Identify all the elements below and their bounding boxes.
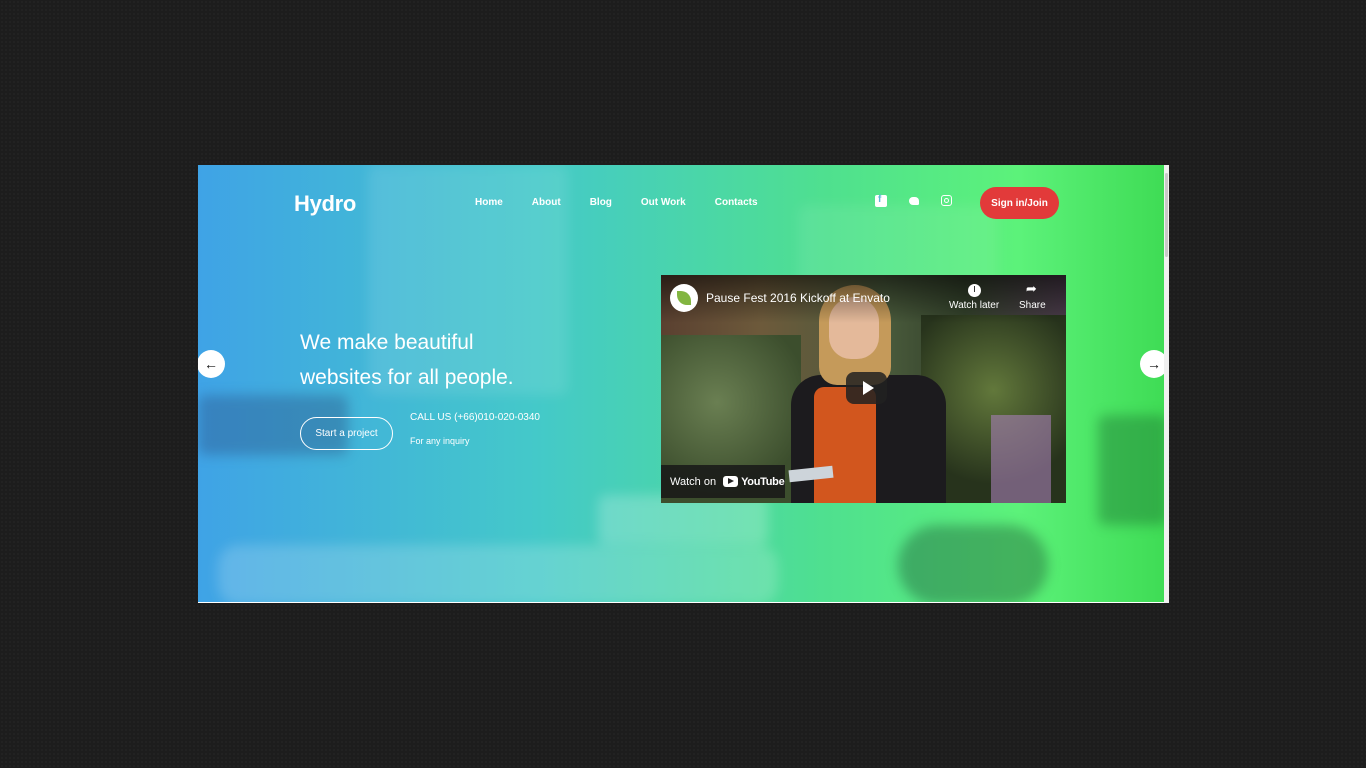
background-blur (218, 545, 778, 602)
clock-icon (967, 284, 981, 297)
channel-avatar-icon[interactable] (670, 284, 698, 312)
background-blur (1098, 415, 1164, 525)
video-light (991, 415, 1051, 503)
watch-on-label: Watch on (670, 475, 717, 488)
share-button[interactable]: Share (1019, 281, 1046, 311)
headline-line-1: We make beautiful (300, 331, 474, 354)
hero-headline: We make beautiful websites for all peopl… (300, 325, 600, 395)
start-project-button[interactable]: Start a project (300, 417, 393, 450)
main-nav: Home About Blog Out Work Contacts (475, 197, 787, 208)
call-us-text: CALL US (+66)010-020-0340 (410, 412, 540, 423)
headline-line-2: websites for all people. (300, 366, 514, 389)
page-scrollbar[interactable] (1164, 165, 1169, 603)
share-icon (1026, 281, 1039, 297)
hero-section: Hydro Home About Blog Out Work Contacts … (198, 165, 1164, 602)
watch-on-youtube-button[interactable]: Watch on YouTube (661, 465, 785, 498)
watch-later-label: Watch later (949, 300, 1000, 311)
inquiry-text: For any inquiry (410, 436, 470, 446)
arrow-right-icon: → (1147, 356, 1161, 372)
share-label: Share (1019, 300, 1046, 311)
browser-viewport: Hydro Home About Blog Out Work Contacts … (198, 165, 1169, 603)
nav-contacts[interactable]: Contacts (715, 197, 758, 208)
nav-out-work[interactable]: Out Work (641, 197, 686, 208)
facebook-icon[interactable] (875, 194, 887, 207)
nav-about[interactable]: About (532, 197, 561, 208)
slider-prev-button[interactable]: ← (198, 350, 225, 378)
nav-home[interactable]: Home (475, 197, 503, 208)
video-embed[interactable]: Pause Fest 2016 Kickoff at Envato Watch … (661, 275, 1066, 503)
twitter-icon[interactable] (908, 195, 920, 207)
social-links (875, 194, 973, 207)
background-blur (898, 525, 1048, 602)
scrollbar-thumb[interactable] (1165, 173, 1168, 257)
signin-button[interactable]: Sign in/Join (980, 187, 1059, 219)
site-logo[interactable]: Hydro (294, 191, 356, 217)
slider-next-button[interactable]: → (1140, 350, 1164, 378)
video-title[interactable]: Pause Fest 2016 Kickoff at Envato (706, 291, 890, 305)
play-button[interactable] (846, 372, 887, 404)
nav-blog[interactable]: Blog (590, 197, 612, 208)
video-speaker-shirt (814, 387, 876, 503)
instagram-icon[interactable] (941, 195, 952, 206)
youtube-logo: YouTube (723, 475, 785, 488)
arrow-left-icon: ← (204, 356, 218, 372)
youtube-label: YouTube (741, 475, 785, 488)
play-icon (862, 381, 874, 395)
watch-later-button[interactable]: Watch later (949, 284, 999, 311)
youtube-icon (723, 476, 739, 487)
